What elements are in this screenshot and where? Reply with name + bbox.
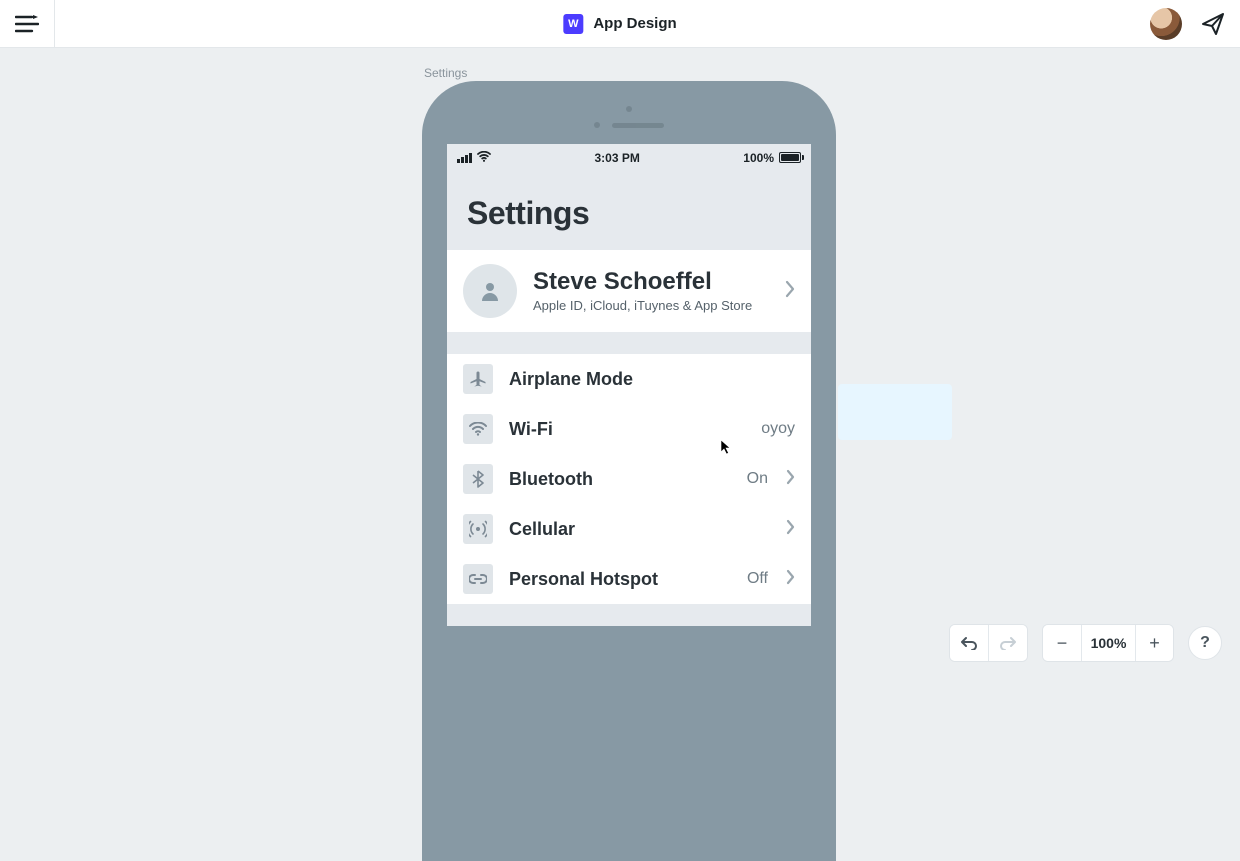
mock-profile-subtitle: Apple ID, iCloud, iTuynes & App Store [533,298,769,313]
mock-profile-row[interactable]: Steve Schoeffel Apple ID, iCloud, iTuyne… [447,250,811,332]
redo-icon [999,636,1017,650]
undo-icon [960,636,978,650]
chevron-right-icon [786,468,795,491]
user-avatar[interactable] [1150,8,1182,40]
selection-hint [838,384,952,440]
share-button[interactable] [1200,11,1226,37]
chevron-right-icon [786,568,795,591]
zoom-value[interactable]: 100% [1081,625,1135,661]
cellular-icon [463,514,493,544]
zoom-out-button[interactable]: − [1043,625,1081,661]
mock-settings-row[interactable]: Cellular [447,504,811,554]
chevron-right-icon [786,518,795,541]
person-icon [463,264,517,318]
mock-settings-row[interactable]: Wi-Fi oyoy [447,404,811,454]
hotspot-icon [463,564,493,594]
mock-settings-row[interactable]: Bluetooth On [447,454,811,504]
mock-page-title: Settings [447,169,811,250]
mock-settings-row[interactable]: Personal Hotspot Off [447,554,811,604]
mock-row-label: Wi-Fi [509,419,745,440]
paper-plane-icon [1201,12,1225,36]
menu-toggle-button[interactable] [0,0,55,48]
artboard-label[interactable]: Settings [424,66,467,80]
app-header: W App Design [0,0,1240,48]
design-canvas[interactable]: Settings 3:03 PM 100% Settings [0,48,1240,680]
battery-icon [779,152,801,163]
mock-row-value: On [747,470,768,488]
undo-button[interactable] [950,625,988,661]
signal-icon [457,153,472,163]
document-title[interactable]: App Design [593,15,676,32]
bluetooth-icon [463,464,493,494]
status-time: 3:03 PM [594,151,639,165]
airplane-icon [463,364,493,394]
device-frame: 3:03 PM 100% Settings Steve Schoeffel Ap… [422,81,836,861]
mock-row-label: Personal Hotspot [509,569,731,590]
menu-toggle-icon [15,15,39,33]
mock-row-label: Cellular [509,519,768,540]
zoom-in-button[interactable]: + [1135,625,1173,661]
doc-type-badge: W [563,14,583,34]
chevron-right-icon [785,278,795,304]
device-notch [447,106,811,128]
device-screen: 3:03 PM 100% Settings Steve Schoeffel Ap… [447,144,811,626]
mock-settings-row[interactable]: Airplane Mode [447,354,811,404]
status-battery-pct: 100% [743,151,774,165]
mock-row-value: Off [747,570,768,588]
mock-row-label: Airplane Mode [509,369,795,390]
mock-profile-name: Steve Schoeffel [533,269,769,294]
mock-row-label: Bluetooth [509,469,731,490]
help-button[interactable]: ? [1188,626,1222,660]
mock-row-value: oyoy [761,420,795,438]
canvas-controls: − 100% + ? [949,624,1222,662]
redo-button[interactable] [988,625,1027,661]
mock-status-bar: 3:03 PM 100% [447,144,811,169]
wifi-status-icon [477,150,491,165]
wifi-icon [463,414,493,444]
